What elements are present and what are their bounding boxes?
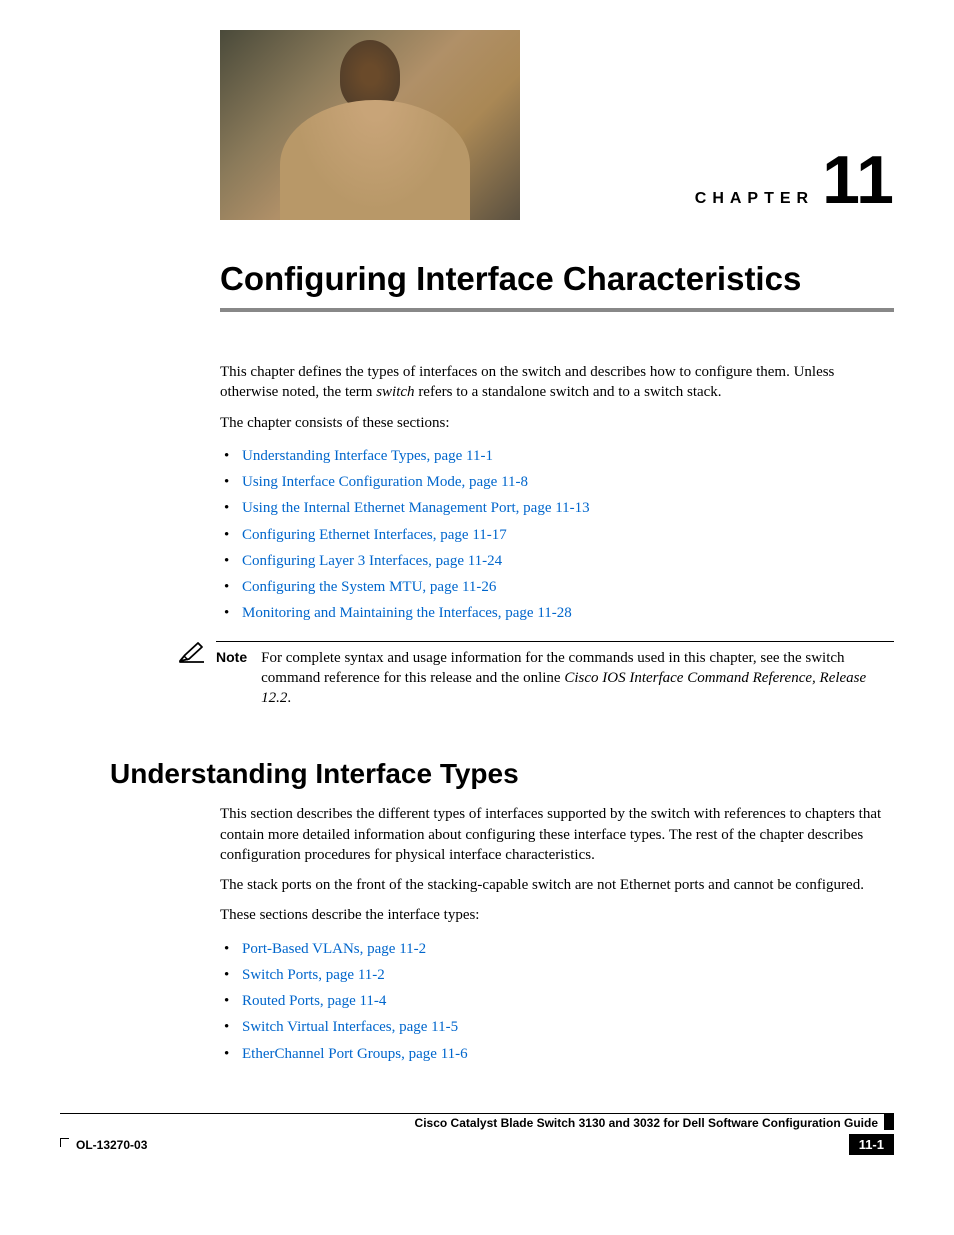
note-label: Note <box>216 648 261 709</box>
list-item: Routed Ports, page 11-4 <box>242 988 894 1014</box>
toc-link[interactable]: Routed Ports, page 11-4 <box>242 993 386 1009</box>
chapter-number: 11 <box>822 146 894 214</box>
footer-bottom-row: OL-13270-03 11-1 <box>60 1134 894 1155</box>
list-item: Configuring Layer 3 Interfaces, page 11-… <box>242 548 894 574</box>
pencil-icon <box>162 641 206 667</box>
section-paragraph: The stack ports on the front of the stac… <box>220 875 894 895</box>
toc-link[interactable]: Using the Internal Ethernet Management P… <box>242 500 590 516</box>
list-item: Switch Ports, page 11-2 <box>242 962 894 988</box>
list-item: Understanding Interface Types, page 11-1 <box>242 443 894 469</box>
text: refers to a standalone switch and to a s… <box>415 384 722 400</box>
list-item: Configuring Ethernet Interfaces, page 11… <box>242 522 894 548</box>
chapter-label-block: CHAPTER 11 <box>695 146 894 220</box>
intro-block: This chapter defines the types of interf… <box>220 362 894 627</box>
note-block: Note For complete syntax and usage infor… <box>162 641 894 709</box>
footer-doc-number: OL-13270-03 <box>60 1138 147 1152</box>
toc-link[interactable]: Understanding Interface Types, page 11-1 <box>242 448 493 464</box>
chapter-toc: Understanding Interface Types, page 11-1… <box>220 443 894 627</box>
list-item: Using Interface Configuration Mode, page… <box>242 469 894 495</box>
list-item: EtherChannel Port Groups, page 11-6 <box>242 1041 894 1067</box>
section-toc: Port-Based VLANs, page 11-2 Switch Ports… <box>220 936 894 1067</box>
page: CHAPTER 11 Configuring Interface Characte… <box>0 0 954 1175</box>
text: . <box>287 690 291 706</box>
toc-link[interactable]: Configuring Ethernet Interfaces, page 11… <box>242 527 507 543</box>
chapter-photo <box>220 30 520 220</box>
footer-rule <box>60 1113 894 1114</box>
footer-guide-title: Cisco Catalyst Blade Switch 3130 and 303… <box>60 1116 894 1130</box>
emphasis: switch <box>376 384 414 400</box>
toc-link[interactable]: Monitoring and Maintaining the Interface… <box>242 605 572 621</box>
toc-link[interactable]: Using Interface Configuration Mode, page… <box>242 474 528 490</box>
section-body: This section describes the different typ… <box>220 804 894 1067</box>
page-footer: Cisco Catalyst Blade Switch 3130 and 303… <box>60 1113 894 1155</box>
list-item: Using the Internal Ethernet Management P… <box>242 495 894 521</box>
section-paragraph: This section describes the different typ… <box>220 804 894 865</box>
chapter-title: Configuring Interface Characteristics <box>220 260 894 298</box>
page-number: 11-1 <box>849 1134 894 1155</box>
intro-paragraph-1: This chapter defines the types of interf… <box>220 362 894 403</box>
title-rule <box>220 308 894 312</box>
chapter-label: CHAPTER <box>695 190 814 208</box>
list-item: Switch Virtual Interfaces, page 11-5 <box>242 1014 894 1040</box>
list-item: Port-Based VLANs, page 11-2 <box>242 936 894 962</box>
toc-link[interactable]: Switch Virtual Interfaces, page 11-5 <box>242 1019 458 1035</box>
toc-link[interactable]: Port-Based VLANs, page 11-2 <box>242 941 426 957</box>
section-paragraph: These sections describe the interface ty… <box>220 905 894 925</box>
toc-link[interactable]: Configuring the System MTU, page 11-26 <box>242 579 496 595</box>
toc-link[interactable]: Switch Ports, page 11-2 <box>242 967 385 983</box>
toc-link[interactable]: Configuring Layer 3 Interfaces, page 11-… <box>242 553 502 569</box>
list-item: Configuring the System MTU, page 11-26 <box>242 574 894 600</box>
note-text: For complete syntax and usage informatio… <box>261 648 894 709</box>
intro-paragraph-2: The chapter consists of these sections: <box>220 413 894 433</box>
section-title: Understanding Interface Types <box>110 758 894 790</box>
chapter-header: CHAPTER 11 <box>220 30 894 220</box>
list-item: Monitoring and Maintaining the Interface… <box>242 600 894 626</box>
toc-link[interactable]: EtherChannel Port Groups, page 11-6 <box>242 1046 468 1062</box>
